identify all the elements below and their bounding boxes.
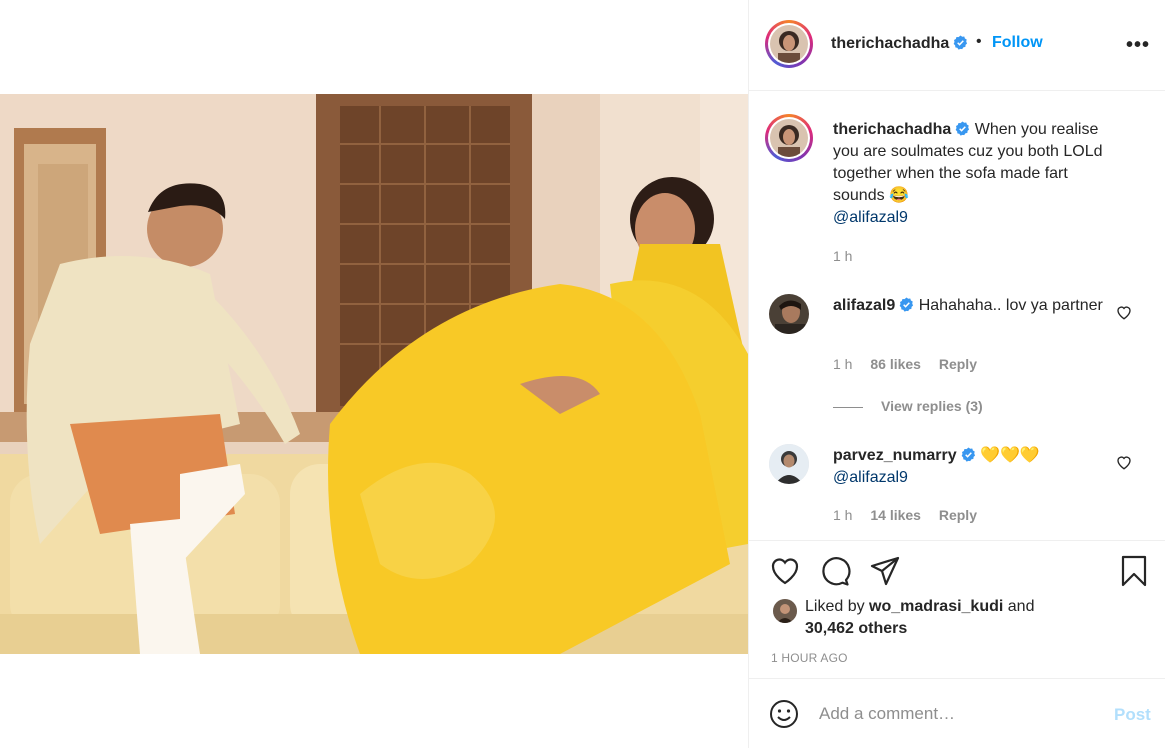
- separator-dot: •: [976, 33, 982, 50]
- liked-by-and: and: [1003, 598, 1035, 615]
- comment-body: Hahahaha.. lov ya partner: [918, 297, 1103, 314]
- verified-badge-icon: [961, 447, 975, 462]
- comment-meta: 1 h 14 likes Reply: [833, 507, 991, 523]
- comment-body: 💛💛💛: [980, 447, 1040, 464]
- post-comment-button[interactable]: Post: [1114, 705, 1151, 725]
- liked-by-prefix: Liked by: [805, 598, 870, 615]
- comment-text: parvez_numarry 💛💛💛 @alifazal9: [833, 445, 1123, 489]
- caption-avatar[interactable]: [765, 114, 813, 162]
- post-photo[interactable]: [0, 94, 748, 654]
- bookmark-icon[interactable]: [1118, 555, 1150, 587]
- verified-badge-icon: [899, 297, 914, 312]
- caption-mention[interactable]: @alifazal9: [833, 209, 908, 226]
- comment-time[interactable]: 1 h: [833, 356, 852, 372]
- post-media-area: [0, 0, 748, 748]
- comment-like-heart-icon[interactable]: [1115, 453, 1133, 471]
- liker-avatar[interactable]: [773, 599, 797, 623]
- comment-likes[interactable]: 14 likes: [870, 507, 921, 523]
- liked-by-text: Liked by wo_madrasi_kudi and 30,462 othe…: [805, 596, 1125, 640]
- author-avatar[interactable]: [765, 20, 813, 68]
- follow-button[interactable]: Follow: [992, 34, 1043, 52]
- comment-input[interactable]: [819, 701, 1089, 727]
- caption-time[interactable]: 1 h: [833, 248, 852, 264]
- post-sidebar: therichachadha • Follow ••• therichachad…: [748, 0, 1165, 748]
- photo-illustration: [0, 94, 748, 654]
- caption-username[interactable]: therichachadha: [833, 121, 951, 138]
- comment-time[interactable]: 1 h: [833, 507, 852, 523]
- comment-meta: 1 h 86 likes Reply: [833, 356, 991, 372]
- likes-count[interactable]: 30,462 others: [805, 620, 907, 637]
- caption-meta: 1 h: [833, 248, 866, 264]
- post-timestamp[interactable]: 1 HOUR AGO: [771, 651, 848, 665]
- comment-avatar[interactable]: [769, 444, 809, 484]
- comment-reply-button[interactable]: Reply: [939, 356, 977, 372]
- comment-reply-button[interactable]: Reply: [939, 507, 977, 523]
- caption-text: therichachadha When you realise you are …: [833, 119, 1123, 229]
- comment-username[interactable]: parvez_numarry: [833, 447, 957, 464]
- comment-icon[interactable]: [819, 555, 851, 587]
- more-options-icon[interactable]: •••: [1126, 34, 1150, 57]
- heart-icon[interactable]: [769, 555, 801, 587]
- replies-divider: [833, 406, 863, 408]
- add-comment-bar: Post: [749, 678, 1165, 748]
- comment-avatar[interactable]: [769, 294, 809, 334]
- author-username[interactable]: therichachadha: [831, 35, 968, 53]
- verified-badge-icon: [955, 121, 970, 136]
- comment-like-heart-icon[interactable]: [1115, 303, 1133, 321]
- comment-mention[interactable]: @alifazal9: [833, 469, 908, 486]
- comment-likes[interactable]: 86 likes: [870, 356, 921, 372]
- smiley-icon[interactable]: [769, 699, 799, 729]
- comment-text: alifazal9 Hahahaha.. lov ya partner: [833, 295, 1123, 317]
- comments-list[interactable]: therichachadha When you realise you are …: [749, 92, 1165, 540]
- comment-username[interactable]: alifazal9: [833, 297, 895, 314]
- view-replies-label: View replies (3): [881, 398, 983, 414]
- post-actions: Liked by wo_madrasi_kudi and 30,462 othe…: [749, 540, 1165, 678]
- verified-badge-icon: [953, 35, 968, 50]
- post-header: therichachadha • Follow •••: [749, 0, 1165, 91]
- paper-plane-icon[interactable]: [869, 555, 901, 587]
- liker-username[interactable]: wo_madrasi_kudi: [869, 598, 1003, 615]
- view-replies-button[interactable]: View replies (3): [833, 398, 983, 414]
